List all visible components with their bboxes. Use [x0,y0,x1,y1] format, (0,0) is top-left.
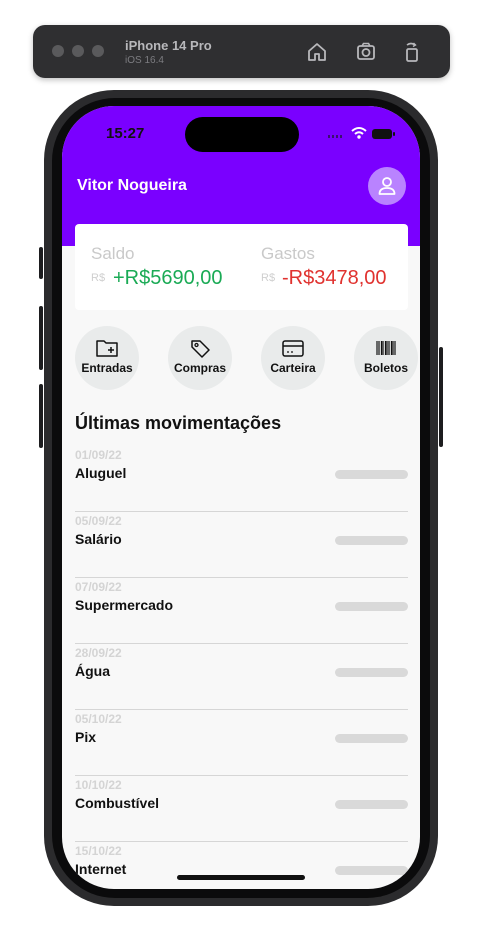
window-minimize-dot[interactable] [72,45,84,57]
compras-button[interactable]: Compras [168,326,232,390]
saldo-currency: R$ [91,272,106,284]
transaction-date: 07/09/22 [75,580,122,594]
home-indicator[interactable] [177,875,305,880]
transaction-row[interactable]: 05/10/22 Pix [75,711,408,776]
transaction-date: 10/10/22 [75,778,122,792]
transaction-row[interactable]: 10/10/22 Combustível [75,777,408,842]
folder-plus-icon [96,340,118,357]
transaction-date: 28/09/22 [75,646,122,660]
mute-switch [39,247,43,279]
transaction-amount-placeholder [335,866,408,875]
transaction-date: 05/09/22 [75,514,122,528]
window-close-dot[interactable] [52,45,64,57]
rotate-icon[interactable] [399,39,425,65]
home-icon[interactable] [304,39,330,65]
cellular-icon [328,135,342,138]
transaction-date: 01/09/22 [75,448,122,462]
transaction-amount-placeholder [335,602,408,611]
os-version: iOS 16.4 [125,55,164,66]
balance-card: Saldo R$ +R$5690,00 Gastos R$ -R$3478,00 [75,224,408,310]
transaction-row[interactable]: 05/09/22 Salário [75,513,408,578]
transaction-name: Internet [75,861,127,877]
power-button [439,347,443,447]
compras-label: Compras [173,361,226,375]
status-icons [326,125,396,141]
transaction-row[interactable]: 28/09/22 Água [75,645,408,710]
boletos-button[interactable]: Boletos [354,326,418,390]
wifi-icon [351,127,367,139]
saldo-value: +R$5690,00 [113,267,223,289]
entradas-button[interactable]: Entradas [75,326,139,390]
transaction-row[interactable]: 07/09/22 Supermercado [75,579,408,644]
transaction-list: 01/09/22 Aluguel 05/09/22 Salário 07/09/… [75,447,408,889]
transaction-amount-placeholder [335,668,408,677]
transaction-amount-placeholder [335,470,408,479]
volume-down-button [39,384,43,448]
transaction-amount-placeholder [335,800,408,809]
gastos-label: Gastos [261,244,315,263]
quick-actions: Entradas Compras Carteira Boletos [62,326,420,390]
gastos-value: -R$3478,00 [282,267,387,289]
entradas-label: Entradas [81,361,133,375]
user-name: Vitor Nogueira [77,177,187,194]
screenshot-icon[interactable] [353,39,379,65]
transaction-row[interactable]: 01/09/22 Aluguel [75,447,408,512]
boletos-label: Boletos [363,361,408,375]
transactions-title: Últimas movimentações [75,413,282,433]
battery-icon [372,129,395,139]
transaction-amount-placeholder [335,536,408,545]
transaction-row[interactable]: 15/10/22 Internet [75,843,408,889]
tag-icon [191,340,210,358]
saldo-label: Saldo [91,244,135,263]
status-time: 15:27 [106,125,145,142]
window-zoom-dot[interactable] [92,45,104,57]
transaction-name: Combustível [75,795,160,811]
gastos-currency: R$ [261,272,276,284]
carteira-label: Carteira [270,361,316,375]
dynamic-island [185,117,299,152]
transaction-name: Supermercado [75,597,174,613]
transaction-name: Pix [75,729,97,745]
credit-card-icon [282,340,304,357]
device-name: iPhone 14 Pro [125,38,212,53]
transaction-amount-placeholder [335,734,408,743]
transaction-name: Água [75,663,110,679]
volume-up-button [39,306,43,370]
carteira-button[interactable]: Carteira [261,326,325,390]
user-icon[interactable] [368,167,406,205]
transaction-date: 15/10/22 [75,844,122,858]
barcode-icon [376,341,396,355]
transaction-name: Aluguel [75,465,127,481]
transaction-date: 05/10/22 [75,712,122,726]
app-screen: 15:27 Vitor Nogueira Saldo R$ +R$5690,00… [62,106,420,889]
transaction-name: Salário [75,531,122,547]
simulator-toolbar: iPhone 14 Pro iOS 16.4 [33,25,450,78]
